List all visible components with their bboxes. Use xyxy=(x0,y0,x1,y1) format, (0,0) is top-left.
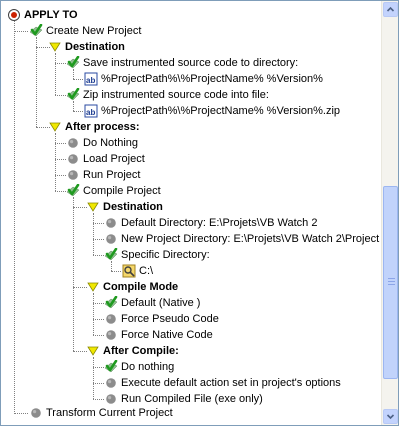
text-field-icon xyxy=(84,104,98,118)
green-check-icon xyxy=(66,184,80,198)
apply-to-icon xyxy=(7,8,21,22)
yellow-triangle-icon xyxy=(48,40,62,54)
tree-node-label: %ProjectPath%\%ProjectName% %Version% xyxy=(101,73,323,85)
tree-node-label: Load Project xyxy=(83,153,145,165)
tree-node-label: Transform Current Project xyxy=(46,407,173,419)
scroll-up-button[interactable] xyxy=(383,2,398,17)
gray-dot-icon xyxy=(104,216,118,230)
tree-node-label: Save instrumented source code to directo… xyxy=(83,57,299,69)
tree-node-label: %ProjectPath%\%ProjectName% %Version%.zi… xyxy=(101,105,341,117)
apply-to-tree: APPLY TO Create New Project Destination … xyxy=(1,1,381,425)
tree-node-label: Do Nothing xyxy=(83,137,139,149)
apply-to-tree-panel: APPLY TO Create New Project Destination … xyxy=(0,0,399,426)
chevron-down-icon xyxy=(386,414,395,420)
tree-node-label: Create New Project xyxy=(46,25,142,37)
gray-dot-icon xyxy=(104,328,118,342)
tree-node-label: Destination xyxy=(103,201,163,213)
green-check-icon xyxy=(66,88,80,102)
tree-node-label: Default Directory: E:\Projets\VB Watch 2 xyxy=(121,217,318,229)
tree-node-label: Compile Mode xyxy=(103,281,179,293)
tree-node-label: Execute default action set in project's … xyxy=(121,377,341,389)
tree-node-label: After process: xyxy=(65,121,140,133)
tree-node-label: Compile Project xyxy=(83,185,161,197)
chevron-up-icon xyxy=(386,6,395,12)
tree-node-label: Specific Directory: xyxy=(121,249,210,261)
tree-node-label: Run Project xyxy=(83,169,141,181)
yellow-triangle-icon xyxy=(48,120,62,134)
green-check-icon xyxy=(104,296,118,310)
yellow-triangle-icon xyxy=(86,200,100,214)
green-check-icon xyxy=(104,360,118,374)
scroll-down-button[interactable] xyxy=(383,409,398,424)
tree-node-label: Force Pseudo Code xyxy=(121,313,219,325)
gray-dot-icon xyxy=(29,406,43,420)
tree-node-label: Do nothing xyxy=(121,361,175,373)
tree-node-label: Force Native Code xyxy=(121,329,213,341)
tree-node-label: New Project Directory: E:\Projets\VB Wat… xyxy=(121,233,380,245)
text-field-icon xyxy=(84,72,98,86)
gray-dot-icon xyxy=(66,168,80,182)
tree-node-label: Default (Native ) xyxy=(121,297,201,309)
green-check-icon xyxy=(66,56,80,70)
tree-node-label: Destination xyxy=(65,41,125,53)
yellow-triangle-icon xyxy=(86,280,100,294)
vertical-scrollbar[interactable] xyxy=(381,1,398,425)
scrollbar-thumb[interactable] xyxy=(383,186,398,379)
gray-dot-icon xyxy=(104,232,118,246)
gray-dot-icon xyxy=(104,312,118,326)
gray-dot-icon xyxy=(66,152,80,166)
green-check-icon xyxy=(104,248,118,262)
tree-node-label: Zip instrumented source code into file: xyxy=(83,89,269,101)
green-check-icon xyxy=(29,24,43,38)
tree-node-label: After Compile: xyxy=(103,345,179,357)
tree-node-label: APPLY TO xyxy=(24,9,78,21)
yellow-triangle-icon xyxy=(86,344,100,358)
gray-dot-icon xyxy=(104,392,118,406)
tree-node-label: C:\ xyxy=(139,265,154,277)
gray-dot-icon xyxy=(66,136,80,150)
folder-search-icon xyxy=(122,264,136,278)
gray-dot-icon xyxy=(104,376,118,390)
